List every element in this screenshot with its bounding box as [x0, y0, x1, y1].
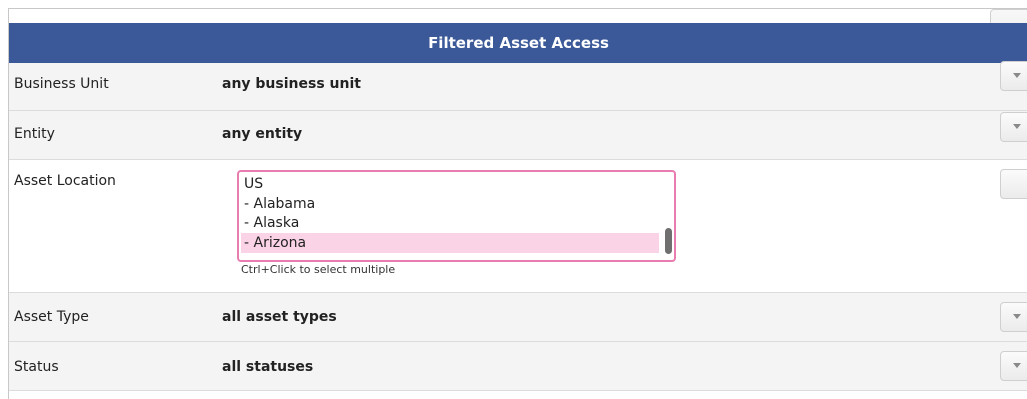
listbox-scrollbar-thumb[interactable] — [665, 228, 672, 254]
entity-dropdown-button[interactable] — [1000, 112, 1027, 142]
panel-title: Filtered Asset Access — [428, 34, 609, 52]
chevron-down-icon — [1013, 363, 1021, 368]
option-us[interactable]: US — [241, 174, 659, 194]
option-arizona[interactable]: - Arizona — [241, 233, 659, 253]
entity-label: Entity — [14, 126, 55, 142]
chevron-down-icon — [1013, 73, 1021, 78]
chevron-down-icon — [1013, 124, 1021, 129]
status-dropdown-button[interactable] — [1000, 351, 1027, 381]
option-alabama[interactable]: - Alabama — [241, 194, 659, 214]
asset-location-side-button[interactable] — [1000, 169, 1027, 199]
entity-row[interactable]: Entity any entity — [9, 111, 1027, 160]
business-unit-row[interactable]: Business Unit any business unit — [9, 61, 1027, 111]
asset-location-label: Asset Location — [14, 173, 116, 189]
entity-select[interactable]: any entity — [222, 126, 302, 142]
asset-type-label: Asset Type — [14, 309, 89, 325]
asset-location-listbox[interactable]: US - Alabama - Alaska - Arizona — [237, 170, 676, 262]
status-select[interactable]: all statuses — [222, 359, 313, 375]
status-label: Status — [14, 359, 59, 375]
panel-header: Filtered Asset Access — [9, 23, 1027, 63]
filtered-asset-access-panel: Filtered Asset Access Business Unit any … — [8, 8, 1027, 399]
asset-type-row[interactable]: Asset Type all asset types — [9, 293, 1027, 342]
chevron-down-icon — [1013, 314, 1021, 319]
asset-type-select[interactable]: all asset types — [222, 309, 337, 325]
asset-type-dropdown-button[interactable] — [1000, 302, 1027, 332]
business-unit-label: Business Unit — [14, 76, 109, 92]
business-unit-dropdown-button[interactable] — [1000, 61, 1027, 91]
status-row[interactable]: Status all statuses — [9, 342, 1027, 391]
business-unit-select[interactable]: any business unit — [222, 76, 361, 92]
multi-select-hint: Ctrl+Click to select multiple — [241, 263, 396, 276]
option-alaska[interactable]: - Alaska — [241, 213, 659, 233]
